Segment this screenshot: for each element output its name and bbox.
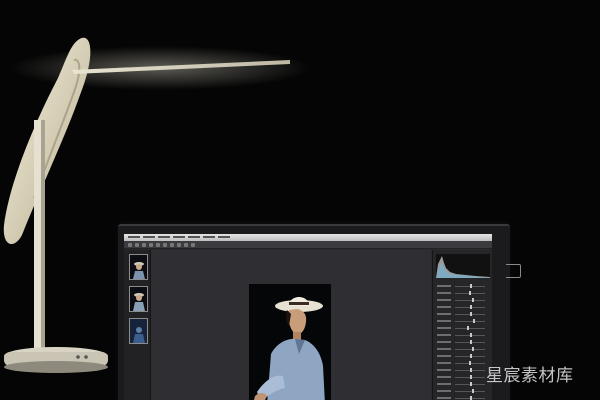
slider-label xyxy=(437,292,451,294)
slider-knob[interactable] xyxy=(470,333,472,337)
tool-icon[interactable] xyxy=(128,242,132,247)
scene: 星宸素材库 xyxy=(0,0,600,400)
menu-item[interactable] xyxy=(218,234,230,241)
tool-icon[interactable] xyxy=(149,242,153,247)
slider-knob[interactable] xyxy=(470,340,472,344)
slider-track[interactable] xyxy=(455,328,485,329)
slider-knob[interactable] xyxy=(470,368,472,372)
filmstrip-thumbnail[interactable] xyxy=(129,286,148,312)
slider-label xyxy=(437,334,451,336)
slider-knob[interactable] xyxy=(471,347,474,351)
watermark: 星宸素材库 xyxy=(486,366,574,386)
filmstrip-thumbnail[interactable] xyxy=(129,254,148,280)
slider-knob[interactable] xyxy=(470,284,472,288)
slider-label xyxy=(437,390,451,392)
menu-item[interactable] xyxy=(173,234,185,241)
tool-icon[interactable] xyxy=(184,242,188,247)
adjustment-slider[interactable] xyxy=(437,354,489,359)
slider-label xyxy=(437,348,451,350)
slider-label xyxy=(437,383,451,385)
slider-label xyxy=(437,327,451,329)
slider-knob[interactable] xyxy=(471,298,474,302)
slider-label xyxy=(437,299,451,301)
slider-label xyxy=(437,306,451,308)
tool-icon[interactable] xyxy=(142,242,146,247)
adjustment-slider[interactable] xyxy=(437,368,489,373)
filmstrip xyxy=(124,250,151,400)
adjustment-slider[interactable] xyxy=(437,291,489,296)
adjustment-slider[interactable] xyxy=(437,333,489,338)
slider-label xyxy=(437,397,451,399)
slider-knob[interactable] xyxy=(470,354,472,358)
slider-knob[interactable] xyxy=(470,312,472,316)
slider-track[interactable] xyxy=(455,391,485,392)
slider-knob[interactable] xyxy=(468,291,471,295)
adjustment-slider[interactable] xyxy=(437,326,489,331)
slider-label xyxy=(437,369,451,371)
slider-label xyxy=(437,376,451,378)
adjustment-slider[interactable] xyxy=(437,347,489,352)
slider-knob[interactable] xyxy=(467,326,469,330)
slider-knob[interactable] xyxy=(470,375,472,379)
menu-item[interactable] xyxy=(203,234,215,241)
slider-label xyxy=(437,355,451,357)
editor-canvas[interactable] xyxy=(151,250,431,400)
adjustment-slider[interactable] xyxy=(437,375,489,380)
slider-label xyxy=(437,285,451,287)
slider-track[interactable] xyxy=(455,349,485,350)
adjustment-slider[interactable] xyxy=(437,340,489,345)
slider-knob[interactable] xyxy=(473,319,475,323)
menu-item[interactable] xyxy=(188,234,200,241)
slider-label xyxy=(437,320,451,322)
adjustments-panel xyxy=(432,250,492,400)
tool-icon[interactable] xyxy=(163,242,167,247)
slider-track[interactable] xyxy=(455,321,485,322)
editor-menu-bar xyxy=(124,234,492,241)
slider-label xyxy=(437,313,451,315)
tool-icon[interactable] xyxy=(170,242,174,247)
adjustment-slider[interactable] xyxy=(437,389,489,394)
slider-track[interactable] xyxy=(455,300,485,301)
portrait-photo xyxy=(249,284,331,400)
menu-item[interactable] xyxy=(143,234,155,241)
tool-icon[interactable] xyxy=(135,242,139,247)
filmstrip-thumbnail[interactable] xyxy=(129,318,148,344)
menu-item[interactable] xyxy=(128,234,140,241)
tool-icon[interactable] xyxy=(177,242,181,247)
slider-knob[interactable] xyxy=(470,305,472,309)
slider-knob[interactable] xyxy=(471,389,474,393)
tool-icon[interactable] xyxy=(156,242,160,247)
adjustment-slider[interactable] xyxy=(437,284,489,289)
adjustment-slider[interactable] xyxy=(437,382,489,387)
adjustment-slider[interactable] xyxy=(437,305,489,310)
adjustment-slider[interactable] xyxy=(437,396,489,400)
slider-knob[interactable] xyxy=(470,396,472,400)
slider-knob[interactable] xyxy=(470,382,472,386)
slider-label xyxy=(437,362,451,364)
histogram xyxy=(436,254,490,278)
slider-label xyxy=(437,341,451,343)
straw-hat-icon xyxy=(249,284,331,400)
menu-item[interactable] xyxy=(158,234,170,241)
adjustment-slider[interactable] xyxy=(437,298,489,303)
editor-options-bar xyxy=(124,241,492,249)
adjustment-slider[interactable] xyxy=(437,361,489,366)
slider-knob[interactable] xyxy=(468,361,471,365)
adjustment-slider[interactable] xyxy=(437,312,489,317)
adjustment-slider[interactable] xyxy=(437,319,489,324)
monitor-port xyxy=(506,264,521,278)
monitor-screen xyxy=(124,234,492,400)
tool-icon[interactable] xyxy=(191,242,195,247)
